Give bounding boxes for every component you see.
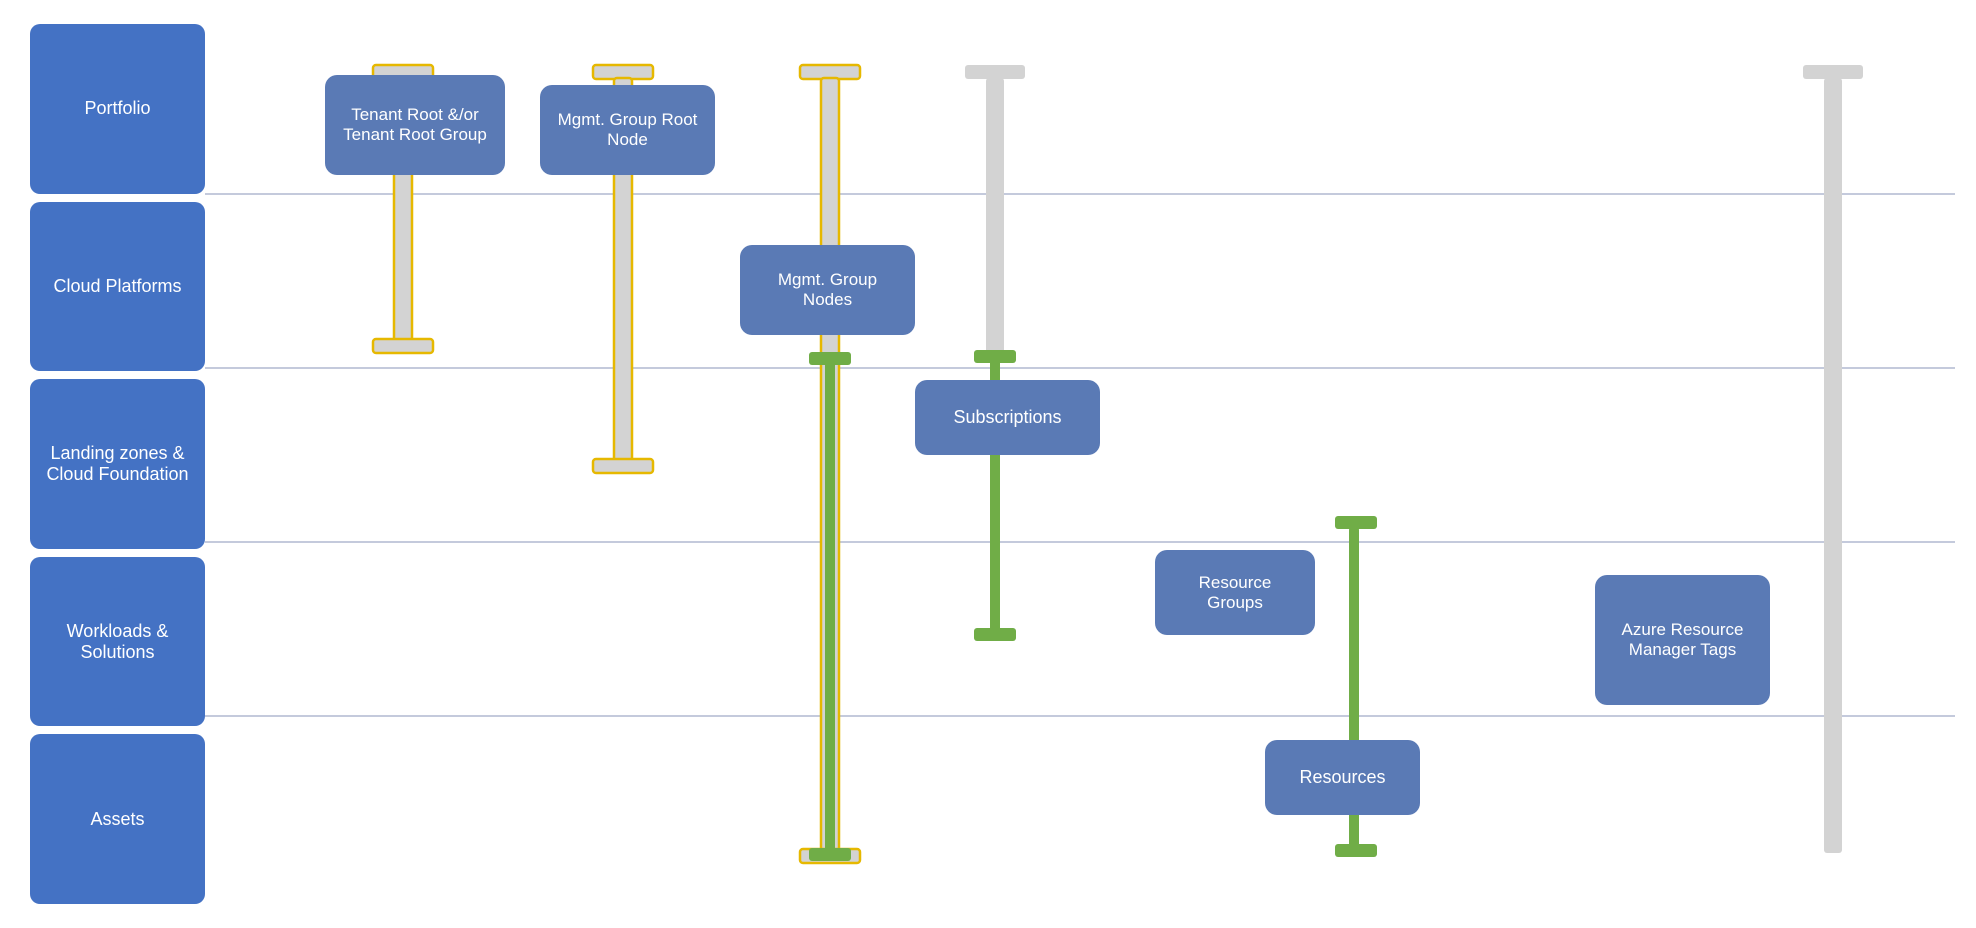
diagram-container: Portfolio Cloud Platforms Landing zones … [0,0,1976,928]
node-subscriptions: Subscriptions [915,380,1100,455]
label-landing-zones: Landing zones & Cloud Foundation [30,379,205,549]
node-resource-groups: Resource Groups [1155,550,1315,635]
labels-column: Portfolio Cloud Platforms Landing zones … [30,20,205,908]
node-mgmt-group-root: Mgmt. Group Root Node [540,85,715,175]
node-azure-rm-tags: Azure Resource Manager Tags [1595,575,1770,705]
label-cloud-platforms: Cloud Platforms [30,202,205,372]
content-area: Tenant Root &/or Tenant Root Group Mgmt.… [205,20,1946,908]
label-workloads: Workloads & Solutions [30,557,205,727]
label-assets: Assets [30,734,205,904]
label-portfolio: Portfolio [30,24,205,194]
node-mgmt-group-nodes: Mgmt. Group Nodes [740,245,915,335]
node-tenant-root: Tenant Root &/or Tenant Root Group [325,75,505,175]
node-resources: Resources [1265,740,1420,815]
